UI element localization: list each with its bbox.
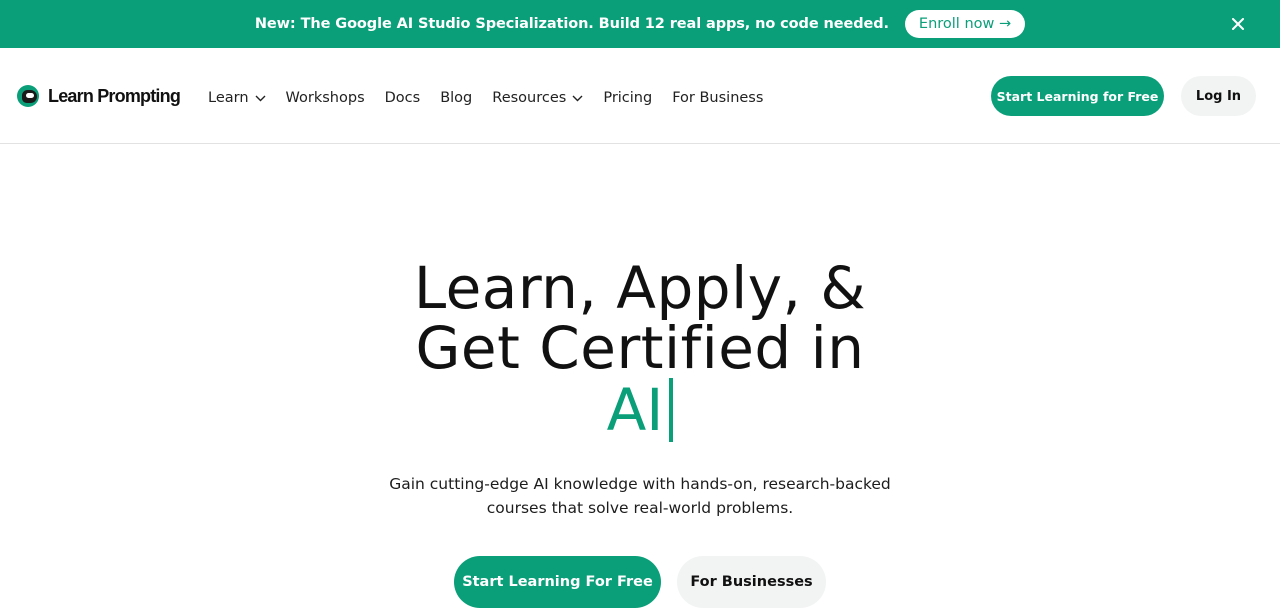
hero-title-accent: AI	[0, 378, 1280, 442]
enroll-now-label: Enroll now →	[918, 16, 1012, 32]
nav-item-label: Workshops	[285, 90, 365, 106]
hero-for-businesses-label: For Businesses	[690, 574, 813, 590]
hero-subtitle: Gain cutting-edge AI knowledge with hand…	[340, 472, 940, 520]
logo-text: Learn Prompting	[48, 85, 181, 106]
chevron-down-icon	[572, 95, 583, 102]
announcement-bar: New: The Google AI Studio Specialization…	[0, 0, 1280, 48]
hero-accent-text: AI	[606, 376, 664, 444]
nav-item-label: Learn	[208, 90, 249, 106]
hero-for-businesses-button[interactable]: For Businesses	[677, 556, 826, 608]
hero-start-learning-label: Start Learning For Free	[462, 574, 653, 590]
typing-caret	[669, 378, 674, 442]
close-icon[interactable]	[1228, 14, 1248, 34]
nav-item-docs[interactable]: Docs	[385, 90, 421, 106]
hero-title: Learn, Apply, & Get Certified in	[0, 258, 1280, 378]
nav-item-pricing[interactable]: Pricing	[603, 90, 652, 106]
login-label: Log In	[1195, 88, 1242, 104]
enroll-now-button[interactable]: Enroll now →	[904, 10, 1026, 38]
hero-subtitle-line1: Gain cutting-edge AI knowledge with hand…	[389, 475, 891, 493]
logo-icon	[17, 85, 39, 107]
nav-item-workshops[interactable]: Workshops	[286, 90, 365, 106]
hero-subtitle-line2: courses that solve real-world problems.	[486, 499, 794, 517]
nav-item-resources[interactable]: Resources	[492, 90, 583, 106]
hero-title-line1: Learn, Apply, &	[413, 254, 867, 322]
login-button[interactable]: Log In	[1181, 76, 1256, 116]
logo[interactable]: Learn Prompting	[17, 84, 181, 108]
main-nav: Learn Workshops Docs Blog Resources Pric…	[208, 87, 783, 109]
nav-item-label: Resources	[492, 90, 567, 106]
hero-start-learning-button[interactable]: Start Learning For Free	[454, 556, 661, 608]
nav-item-for-business[interactable]: For Business	[672, 90, 763, 106]
nav-item-blog[interactable]: Blog	[440, 90, 472, 106]
announcement-text: New: The Google AI Studio Specialization…	[254, 16, 889, 32]
nav-item-label: Blog	[440, 90, 473, 106]
nav-item-label: Pricing	[603, 90, 653, 106]
navbar: Learn Prompting Learn Workshops Docs Blo…	[0, 48, 1280, 144]
start-learning-label: Start Learning for Free	[996, 88, 1159, 104]
hero-title-line2: Get Certified in	[415, 314, 865, 382]
nav-item-label: For Business	[672, 90, 764, 106]
nav-item-label: Docs	[384, 90, 421, 106]
chevron-down-icon	[255, 95, 266, 102]
start-learning-button[interactable]: Start Learning for Free	[991, 76, 1164, 116]
nav-item-learn[interactable]: Learn	[208, 90, 266, 106]
